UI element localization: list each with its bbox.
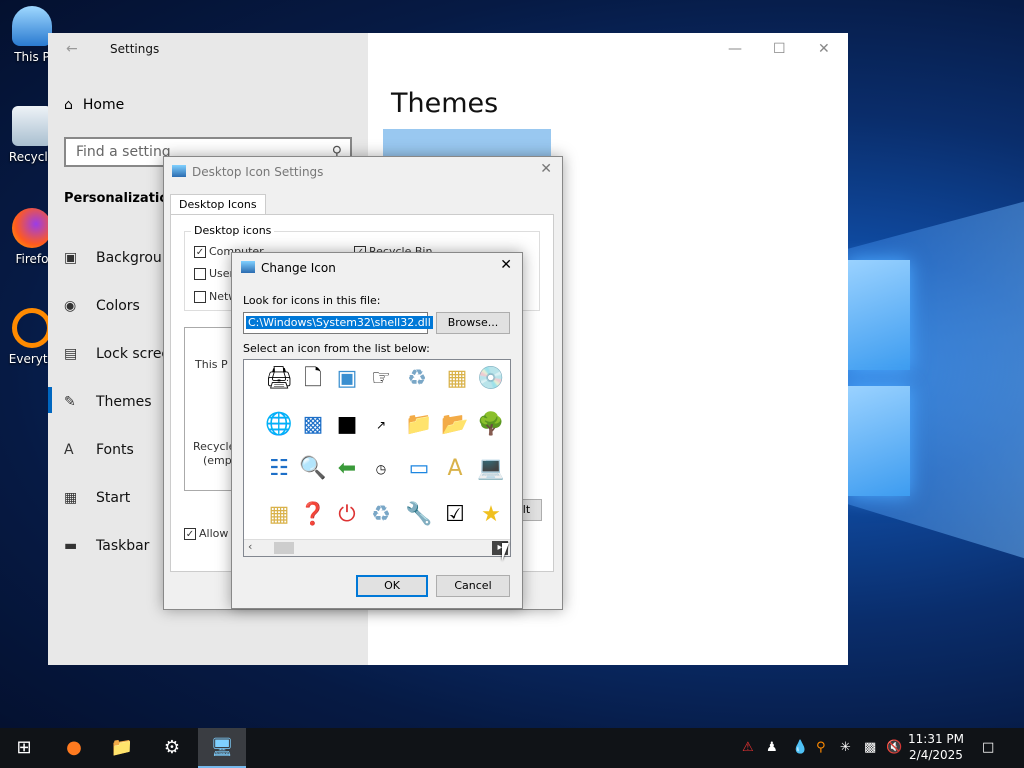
everything-search-icon <box>12 308 52 348</box>
selected-indicator <box>48 387 52 413</box>
themes-brush-icon: ✎ <box>64 394 76 410</box>
contact-card-icon[interactable]: ▩ <box>296 408 330 442</box>
recycle-bin-icon <box>12 106 52 146</box>
file-label: Look for icons in this file: <box>243 294 381 307</box>
page-title: Themes <box>391 88 499 119</box>
change-icon-dialog: Change Icon ✕ Look for icons in this fil… <box>231 252 523 609</box>
checkbox-empty-icon <box>194 268 206 280</box>
palette-icon: ◉ <box>64 298 77 314</box>
mouse-cursor <box>502 543 509 561</box>
recycle-bin-full-icon[interactable]: ♻ <box>364 498 398 532</box>
lock-screen-icon: ▤ <box>64 346 78 362</box>
folder-grid-icon[interactable]: ▦ <box>440 362 474 396</box>
icon-list[interactable]: 🖨 🗋 ▣ ☞ ♻ ▦ 💿 🌐 ▩ ■ ↗ 📁 📂 🌳 ☷ 🔍 ⬅ ◷ ▭ A … <box>243 359 511 557</box>
nav-home[interactable]: ⌂ Home <box>64 97 124 113</box>
taskbar-firefox[interactable]: ● <box>50 728 98 768</box>
preview-recycle[interactable]: Recycle <box>193 440 235 453</box>
gear-icon: ⚙ <box>163 737 181 758</box>
folder-grid-icon[interactable]: ▦ <box>262 498 296 532</box>
preview-this-pc[interactable]: This P <box>195 358 228 371</box>
close-icon[interactable]: ✕ <box>500 257 512 273</box>
monitor-frame-icon[interactable]: ▣ <box>330 362 364 396</box>
power-icon[interactable]: ⏻ <box>330 498 364 532</box>
computer-icon <box>12 6 52 46</box>
fonts-icon: A <box>64 442 74 458</box>
scroll-left-icon[interactable]: ‹ <box>248 540 252 553</box>
desktop-icon[interactable]: ▭ <box>402 452 436 486</box>
taskbar-settings[interactable]: ⚙ <box>148 728 196 768</box>
recycle-bin-icon[interactable]: ♻ <box>400 362 434 396</box>
tree-icon[interactable]: 🌳 <box>474 408 508 442</box>
system-clock[interactable]: 11:31 PM 2/4/2025 <box>908 731 964 763</box>
checkbox-checked-icon: ✓ <box>194 246 206 258</box>
audio-device-icon[interactable]: ■ <box>330 408 364 442</box>
dialog-app-icon <box>241 261 255 273</box>
theme-preview <box>383 129 551 159</box>
section-heading: Personalization <box>64 191 178 206</box>
dialog-title: Desktop Icon Settings <box>192 165 324 179</box>
font-folder-icon[interactable]: A <box>438 452 472 486</box>
minimize-button[interactable]: — <box>728 41 742 57</box>
folder-tools-icon[interactable]: 🔧 <box>402 498 436 532</box>
notification-icon[interactable]: □ <box>982 728 994 768</box>
tray-sparkle-icon[interactable]: ✳ <box>840 728 851 768</box>
list-label: Select an icon from the list below: <box>243 342 430 355</box>
clock-small-icon[interactable]: ◷ <box>364 452 398 486</box>
checkbox-user[interactable]: User <box>194 267 234 280</box>
back-arrow-icon[interactable]: ← <box>66 41 78 57</box>
taskbar-desktop-icon-settings[interactable]: 🖥 <box>198 728 246 768</box>
checkbox-allow-themes[interactable]: ✓ Allow t <box>184 527 236 540</box>
windows-logo-wallpaper <box>848 240 918 520</box>
start-grid-icon: ▦ <box>64 490 78 506</box>
firefox-icon <box>12 208 52 248</box>
magnifier-icon[interactable]: 🔍 <box>296 452 330 486</box>
checkbox-checked-icon: ✓ <box>184 528 196 540</box>
taskbar: ⊞ ● 📁 ⚙ 🖥 ⚠ ♟ 💧 ⚲ ✳ ▩ 🔇 11:31 PM 2/4/202… <box>0 728 1024 768</box>
tab-desktop-icons[interactable]: Desktop Icons <box>170 194 266 214</box>
cancel-button[interactable]: Cancel <box>436 575 510 597</box>
taskbar-icon: ▬ <box>64 538 78 554</box>
tray-search-icon[interactable]: ⚲ <box>816 728 826 768</box>
hand-icon[interactable]: ☞ <box>364 362 398 396</box>
document-clock-icon[interactable]: 🗋 <box>296 362 330 396</box>
taskbar-file-explorer[interactable]: 📁 <box>98 728 146 768</box>
close-button[interactable]: ✕ <box>818 41 830 57</box>
tray-volume-muted-icon[interactable]: 🔇 <box>886 728 902 768</box>
ok-button[interactable]: OK <box>356 575 428 597</box>
icon-file-input[interactable]: C:\Windows\System32\shell32.dll <box>243 312 433 334</box>
checkbox-empty-icon <box>194 291 206 303</box>
close-icon[interactable]: ✕ <box>540 161 552 177</box>
home-icon: ⌂ <box>64 97 73 113</box>
tray-drop-icon[interactable]: 💧 <box>792 728 808 768</box>
printer-icon[interactable]: 🖨 <box>262 362 296 396</box>
maximize-button[interactable]: ☐ <box>773 41 786 57</box>
dialog-title: Change Icon <box>261 261 336 275</box>
dialog-app-icon <box>172 165 186 177</box>
monitor-icon: 🖥 <box>210 737 234 758</box>
green-arrow-icon[interactable]: ⬅ <box>330 452 364 486</box>
checklist-icon[interactable]: ☑ <box>438 498 472 532</box>
horizontal-scrollbar[interactable]: ‹ ▸ <box>244 539 510 556</box>
tray-shield-icon[interactable]: ⚠ <box>742 728 754 768</box>
browse-button[interactable]: Browse... <box>436 312 510 334</box>
folder-pictures-icon[interactable]: 📁 <box>402 408 436 442</box>
star-icon[interactable]: ★ <box>474 498 508 532</box>
picture-icon: ▣ <box>64 250 78 266</box>
folder-computer-icon[interactable]: 💻 <box>474 452 508 486</box>
start-button[interactable]: ⊞ <box>0 728 48 768</box>
globe-network-icon[interactable]: 🌐 <box>262 408 296 442</box>
tray-people-icon[interactable]: ♟ <box>766 728 778 768</box>
network-nodes-icon[interactable]: ☷ <box>262 452 296 486</box>
settings-title: Settings <box>110 42 160 56</box>
scroll-thumb[interactable] <box>274 542 294 554</box>
shortcut-arrow-icon[interactable]: ↗ <box>364 408 398 442</box>
help-icon[interactable]: ❓ <box>296 498 330 532</box>
firefox-icon: ● <box>66 737 82 758</box>
folder-printer-icon[interactable]: 📂 <box>438 408 472 442</box>
folder-icon: 📁 <box>110 737 134 758</box>
disc-icon[interactable]: 💿 <box>474 362 508 396</box>
windows-start-icon: ⊞ <box>16 737 32 758</box>
tray-network-icon[interactable]: ▩ <box>864 728 876 768</box>
